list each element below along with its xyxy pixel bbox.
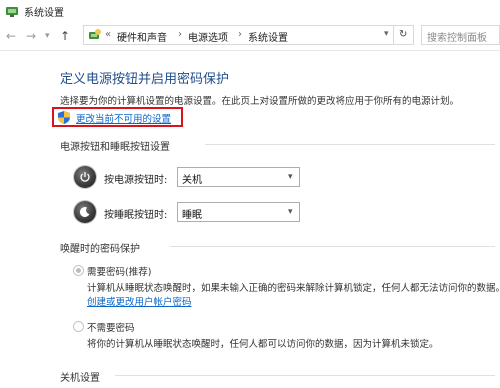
- page-title: 定义电源按钮并启用密码保护: [60, 72, 230, 87]
- title-bar: [0, 0, 500, 22]
- require-password-label: 需要密码(推荐): [87, 267, 152, 278]
- up-button[interactable]: ↑: [60, 30, 70, 42]
- section-divider: [115, 375, 495, 376]
- address-divider: [393, 25, 394, 45]
- breadcrumb-separator[interactable]: ›: [238, 29, 242, 40]
- page-description: 选择要为你的计算机设置的电源设置。在此页上对设置所做的更改将应用于你所有的电源计…: [60, 96, 460, 107]
- sleep-symbol: [79, 207, 90, 218]
- power-section-heading: 电源按钮和睡眠按钮设置: [60, 142, 170, 153]
- breadcrumb-item-hardware-sound[interactable]: 硬件和声音: [117, 29, 167, 44]
- recent-locations-dropdown[interactable]: ▾: [45, 30, 50, 42]
- breadcrumb-item-power-options[interactable]: 电源选项: [188, 29, 228, 44]
- power-button-label: 按电源按钮时:: [104, 175, 168, 186]
- no-password-radio[interactable]: [73, 321, 84, 332]
- control-panel-icon: [6, 7, 18, 17]
- forward-button[interactable]: →: [26, 30, 36, 42]
- breadcrumb-item-system-settings[interactable]: 系统设置: [248, 29, 288, 44]
- power-button-action-value: 关机: [182, 175, 202, 186]
- power-options-icon: [89, 29, 101, 39]
- breadcrumb-separator[interactable]: ›: [178, 29, 182, 40]
- create-change-password-link[interactable]: 创建或更改用户帐户密码: [87, 294, 192, 308]
- shutdown-section-heading: 关机设置: [60, 373, 100, 384]
- sleep-button-action-value: 睡眠: [182, 210, 202, 221]
- window-title: 系统设置: [24, 8, 64, 19]
- no-password-label: 不需要密码: [87, 323, 135, 334]
- change-unavailable-settings-link[interactable]: 更改当前不可用的设置: [76, 111, 171, 125]
- search-input[interactable]: 搜索控制面板: [427, 29, 487, 44]
- chevron-down-icon: ▾: [288, 207, 293, 217]
- sleep-button-label: 按睡眠按钮时:: [104, 210, 168, 221]
- chevron-down-icon: ▾: [288, 172, 293, 182]
- breadcrumb-overflow[interactable]: «: [105, 29, 111, 40]
- require-password-description: 计算机从睡眠状态唤醒时，如果未输入正确的密码来解除计算机锁定，任何人都无法访问你…: [87, 283, 500, 294]
- section-divider: [205, 144, 495, 145]
- address-dropdown-icon[interactable]: ▾: [384, 29, 389, 39]
- power-symbol: [80, 172, 90, 182]
- no-password-description: 将你的计算机从睡眠状态唤醒时，任何人都可以访问你的数据，因为计算机未锁定。: [87, 339, 439, 350]
- require-password-radio[interactable]: [73, 265, 84, 276]
- uac-shield-icon: [58, 111, 70, 124]
- refresh-icon[interactable]: ↻: [399, 29, 407, 40]
- section-divider: [170, 246, 495, 247]
- password-section-heading: 唤醒时的密码保护: [60, 244, 140, 255]
- back-button[interactable]: ←: [6, 30, 16, 42]
